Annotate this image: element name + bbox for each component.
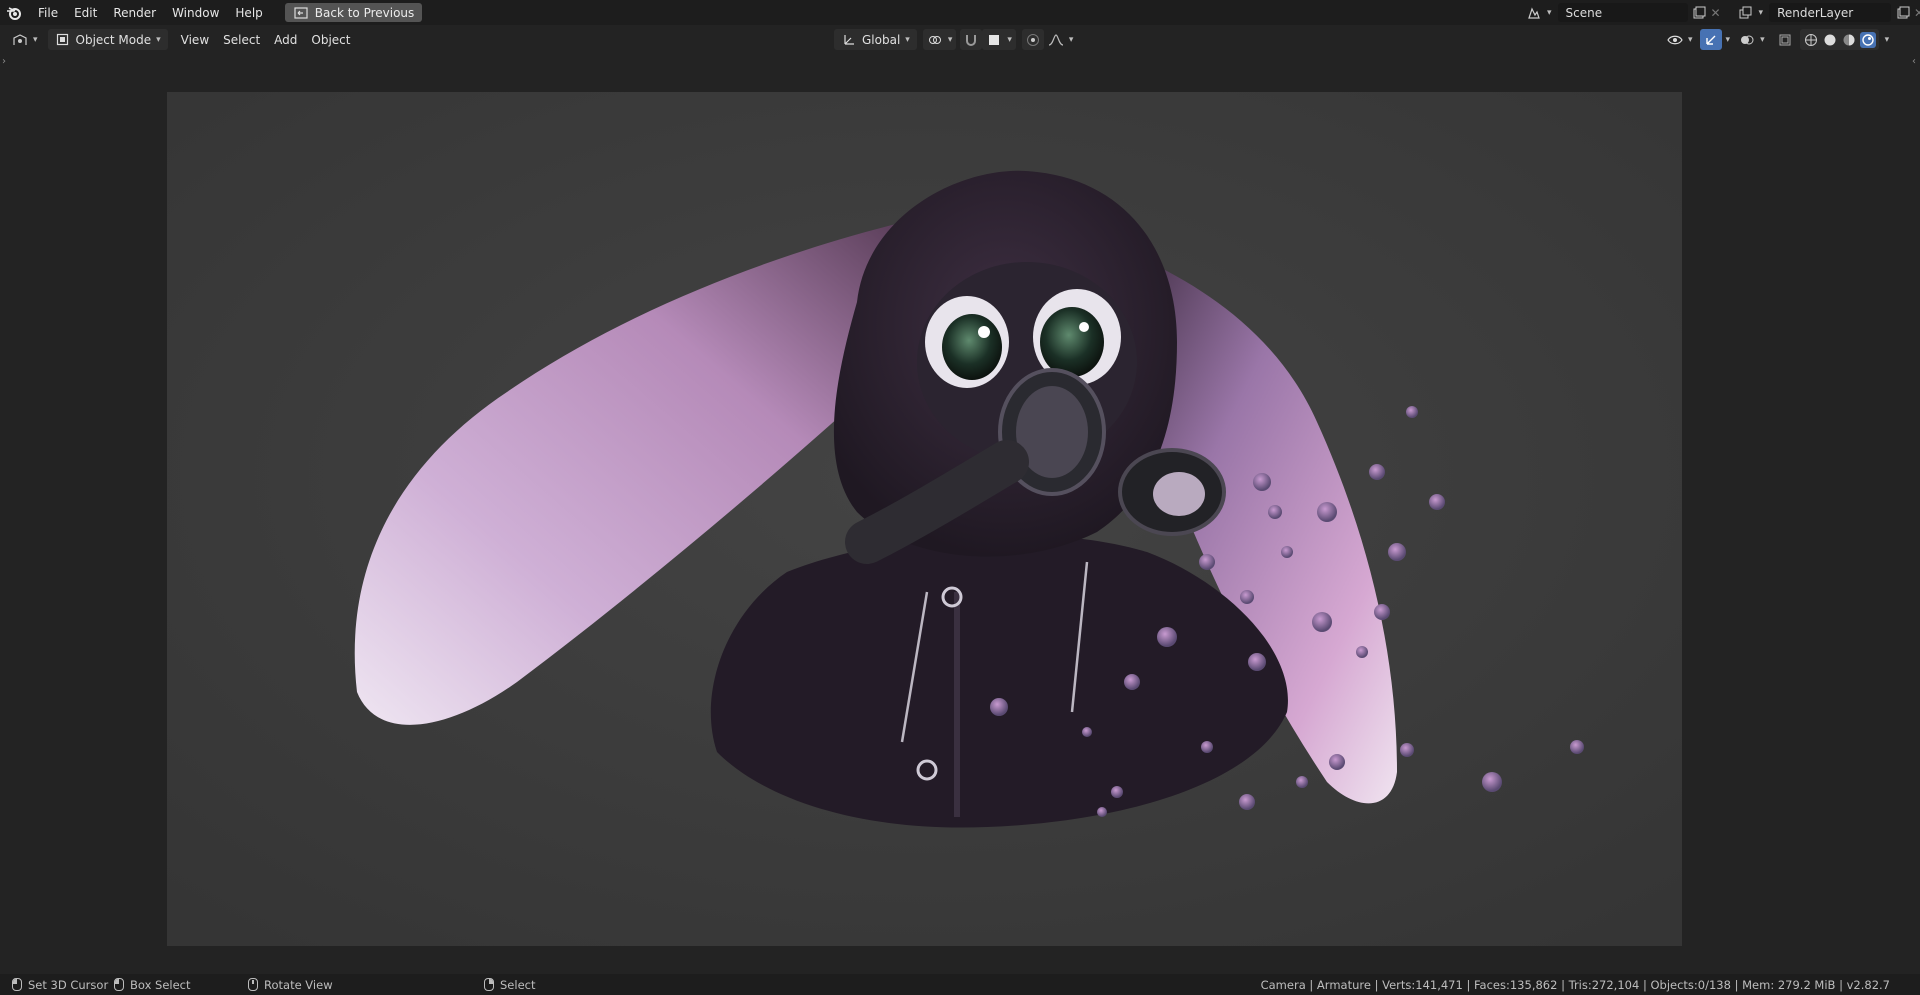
orientation-label: Global (862, 32, 901, 47)
new-scene-icon[interactable] (1692, 5, 1708, 21)
overlays-icon (1739, 32, 1755, 48)
object-mode-dropdown[interactable]: Object Mode ▾ (47, 29, 168, 50)
menu-file[interactable]: File (30, 2, 66, 23)
chevron-down-icon: ▾ (947, 34, 953, 45)
select-label: Select (500, 977, 536, 992)
new-layer-icon[interactable] (1895, 5, 1911, 21)
render-layer-field[interactable]: RenderLayer (1769, 3, 1892, 22)
scene-icon (1526, 5, 1542, 21)
solid-shading-icon[interactable] (1822, 32, 1838, 48)
snap-toggle[interactable] (960, 29, 983, 50)
chevron-down-icon[interactable]: ▾ (1726, 35, 1731, 45)
render-layer-value: RenderLayer (1777, 5, 1854, 20)
object-mode-icon (55, 32, 71, 48)
mouse-right-icon (484, 978, 494, 991)
snap-target-dropdown[interactable]: ▾ (982, 29, 1016, 50)
gizmo-toggle[interactable] (1699, 29, 1722, 50)
window-back-icon (293, 5, 309, 21)
menu-object[interactable]: Object (304, 29, 357, 50)
proportional-edit-icon (1025, 32, 1041, 48)
status-rotate-view: Rotate View (248, 974, 333, 995)
proportional-editing-toggle[interactable] (1021, 29, 1044, 50)
editor-type-button[interactable]: ▾ (8, 29, 42, 50)
overlays-toggle[interactable]: ▾ (1736, 29, 1768, 50)
pivot-point-dropdown[interactable]: ▾ (922, 29, 957, 50)
visibility-dropdown[interactable]: ▾ (1664, 29, 1696, 50)
rendered-image (167, 92, 1682, 946)
mouse-drag-icon (114, 978, 124, 991)
rendered-shading-icon[interactable] (1859, 31, 1876, 48)
xray-icon (1777, 32, 1793, 48)
chevron-down-icon: ▾ (1758, 7, 1764, 18)
box-select-label: Box Select (130, 977, 191, 992)
top-bar: File Edit Render Window Help Back to Pre… (0, 0, 1920, 25)
falloff-dropdown[interactable]: ▾ (1044, 29, 1078, 50)
pivot-point-icon (927, 32, 943, 48)
snap-increment-icon (986, 32, 1002, 48)
menu-edit[interactable]: Edit (66, 2, 105, 23)
chevron-down-icon: ▾ (1068, 34, 1074, 45)
viewport-header: ▾ Object Mode ▾ View Select Add Object G… (0, 25, 1920, 54)
magnet-icon (963, 32, 979, 48)
menu-help[interactable]: Help (227, 2, 270, 23)
status-bar: Set 3D Cursor Box Select Rotate View Sel… (0, 974, 1920, 995)
menu-window[interactable]: Window (164, 2, 227, 23)
gizmo-icon (1703, 32, 1719, 48)
close-icon[interactable]: ✕ (1911, 5, 1920, 21)
mouse-middle-icon (248, 978, 258, 991)
status-set-3d-cursor: Set 3D Cursor (12, 974, 108, 995)
blender-logo-icon[interactable] (6, 5, 22, 21)
orientation-axes-icon (841, 32, 857, 48)
wireframe-shading-icon[interactable] (1803, 32, 1819, 48)
chevron-down-icon: ▾ (1688, 34, 1693, 45)
status-select: Select (484, 974, 535, 995)
render-layers-icon (1738, 5, 1754, 21)
material-preview-icon[interactable] (1841, 32, 1857, 48)
chevron-down-icon: ▾ (156, 34, 161, 45)
chevron-down-icon: ▾ (33, 34, 38, 45)
shading-mode-group (1799, 29, 1879, 50)
chevron-down-icon: ▾ (905, 34, 910, 45)
view-layer-selector-button[interactable]: ▾ (1734, 2, 1768, 23)
chevron-down-icon: ▾ (1547, 7, 1552, 18)
menu-view[interactable]: View (174, 29, 216, 50)
falloff-curve-icon (1048, 32, 1064, 48)
back-to-previous-button[interactable]: Back to Previous (284, 3, 423, 22)
chevron-down-icon[interactable]: ▾ (1885, 35, 1890, 45)
menu-render[interactable]: Render (105, 2, 164, 23)
back-to-previous-label: Back to Previous (314, 5, 415, 20)
scene-statistics: Camera | Armature | Verts:141,471 | Face… (1261, 974, 1890, 995)
sidebar-expand-arrow-icon[interactable]: ‹ (1912, 56, 1916, 67)
chevron-down-icon: ▾ (1007, 34, 1012, 45)
camera-render-frame (167, 92, 1682, 946)
rotate-view-label: Rotate View (264, 977, 333, 992)
scene-statistics-text: Camera | Armature | Verts:141,471 | Face… (1260, 977, 1890, 992)
set-cursor-label: Set 3D Cursor (28, 977, 109, 992)
status-box-select: Box Select (114, 974, 191, 995)
chevron-down-icon: ▾ (1760, 34, 1765, 45)
transform-orientation-dropdown[interactable]: Global ▾ (834, 29, 917, 50)
eye-icon (1667, 32, 1683, 48)
menu-select[interactable]: Select (216, 29, 267, 50)
xray-toggle[interactable] (1774, 29, 1796, 50)
3d-viewport-icon (12, 32, 28, 48)
scene-name-field[interactable]: Scene (1557, 3, 1688, 22)
3d-viewport[interactable]: › ‹ (0, 54, 1920, 974)
scene-name-value: Scene (1565, 5, 1603, 20)
scene-selector-button[interactable]: ▾ (1522, 2, 1556, 23)
toolbar-expand-arrow-icon[interactable]: › (2, 56, 6, 67)
menu-add[interactable]: Add (267, 29, 304, 50)
mouse-left-icon (12, 978, 22, 991)
close-icon[interactable]: ✕ (1708, 5, 1724, 21)
object-mode-label: Object Mode (75, 32, 152, 47)
